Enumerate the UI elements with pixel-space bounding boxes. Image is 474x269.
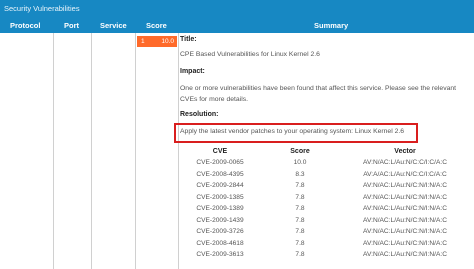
divider-line — [178, 33, 179, 269]
cve-id[interactable]: CVE-2009-3726 — [180, 226, 260, 238]
title-label: Title: — [180, 36, 197, 43]
cve-score: 7.8 — [295, 193, 305, 201]
divider-line — [53, 33, 54, 269]
cve-id[interactable]: CVE-2008-4395 — [180, 169, 260, 181]
cve-id[interactable]: CVE-2009-1385 — [180, 192, 260, 204]
cve-score: 7.8 — [295, 205, 305, 213]
divider-line — [91, 33, 92, 269]
cve-score: 8.3 — [295, 170, 305, 178]
column-protocol[interactable]: Protocol — [10, 18, 40, 33]
column-service[interactable]: Service — [100, 18, 127, 33]
table-row: CVE-2008-4618 7.8 AV:N/AC:L/Au:N/C:N/I:N… — [180, 238, 470, 250]
table-header: Protocol Port Service Score Summary — [0, 18, 474, 33]
severity-level: 1 — [141, 38, 145, 45]
cve-id[interactable]: CVE-2009-1439 — [180, 215, 260, 227]
impact-text: One or more vulnerabilities have been fo… — [180, 85, 457, 103]
cve-score: 7.8 — [295, 239, 305, 247]
column-port[interactable]: Port — [64, 18, 79, 33]
table-row: CVE-2009-1389 7.8 AV:N/AC:L/Au:N/C:N/I:N… — [180, 203, 470, 215]
table-row: CVE-2009-0065 10.0 AV:N/AC:L/Au:N/C:C/I:… — [180, 157, 470, 169]
cve-score: 7.8 — [295, 182, 305, 190]
cve-vector: AV:A/AC:L/Au:N/C:C/I:C/A:C — [363, 170, 447, 178]
cve-vector: AV:N/AC:L/Au:N/C:N/I:N/A:C — [363, 182, 447, 190]
cve-table: CVE Score Vector CVE-2009-0065 10.0 AV:N… — [180, 146, 470, 261]
cve-vector: AV:N/AC:L/Au:N/C:N/I:N/A:C — [363, 228, 447, 236]
score-badge: 1 10.0 — [137, 36, 177, 47]
table-row: CVE-2009-3613 7.8 AV:N/AC:L/Au:N/C:N/I:N… — [180, 249, 470, 261]
table-row: CVE-2009-1439 7.8 AV:N/AC:L/Au:N/C:N/I:N… — [180, 215, 470, 227]
cve-vector: AV:N/AC:L/Au:N/C:C/I:C/A:C — [363, 159, 447, 167]
cve-score: 10.0 — [293, 159, 307, 167]
cve-id[interactable]: CVE-2009-1389 — [180, 203, 260, 215]
resolution-label: Resolution: — [180, 111, 219, 118]
impact-label: Impact: — [180, 68, 205, 75]
window-title: Security Vulnerabilities — [0, 0, 474, 18]
table-row: CVE-2009-2844 7.8 AV:N/AC:L/Au:N/C:N/I:N… — [180, 180, 470, 192]
cve-id[interactable]: CVE-2009-0065 — [180, 157, 260, 169]
column-score[interactable]: Score — [146, 18, 167, 33]
table-row: CVE-2009-1385 7.8 AV:N/AC:L/Au:N/C:N/I:N… — [180, 192, 470, 204]
cve-vector: AV:N/AC:L/Au:N/C:N/I:N/A:C — [363, 205, 447, 213]
cve-vector: AV:N/AC:L/Au:N/C:N/I:N/A:C — [363, 193, 447, 201]
table-row: CVE-2009-3726 7.8 AV:N/AC:L/Au:N/C:N/I:N… — [180, 226, 470, 238]
column-summary[interactable]: Summary — [314, 18, 348, 33]
cve-id[interactable]: CVE-2008-4618 — [180, 238, 260, 250]
vector-header: Vector — [394, 148, 416, 155]
vulnerability-title: CPE Based Vulnerabilities for Linux Kern… — [180, 51, 320, 58]
cve-id[interactable]: CVE-2009-3613 — [180, 249, 260, 261]
cve-header: CVE — [212, 148, 228, 155]
resolution-text: Apply the latest vendor patches to your … — [180, 128, 405, 135]
table-row: CVE-2008-4395 8.3 AV:A/AC:L/Au:N/C:C/I:C… — [180, 169, 470, 181]
divider-line — [135, 33, 136, 269]
score-header: Score — [290, 148, 310, 155]
cve-table-header: CVE Score Vector — [180, 146, 470, 157]
cve-vector: AV:N/AC:L/Au:N/C:N/I:N/A:C — [363, 216, 447, 224]
cve-vector: AV:N/AC:L/Au:N/C:N/I:N/A:C — [363, 251, 447, 259]
cve-score: 7.8 — [295, 216, 305, 224]
cve-id[interactable]: CVE-2009-2844 — [180, 180, 260, 192]
cve-score: 7.8 — [295, 251, 305, 259]
cve-vector: AV:N/AC:L/Au:N/C:N/I:N/A:C — [363, 239, 447, 247]
score-value: 10.0 — [161, 38, 174, 45]
cve-score: 7.8 — [295, 228, 305, 236]
